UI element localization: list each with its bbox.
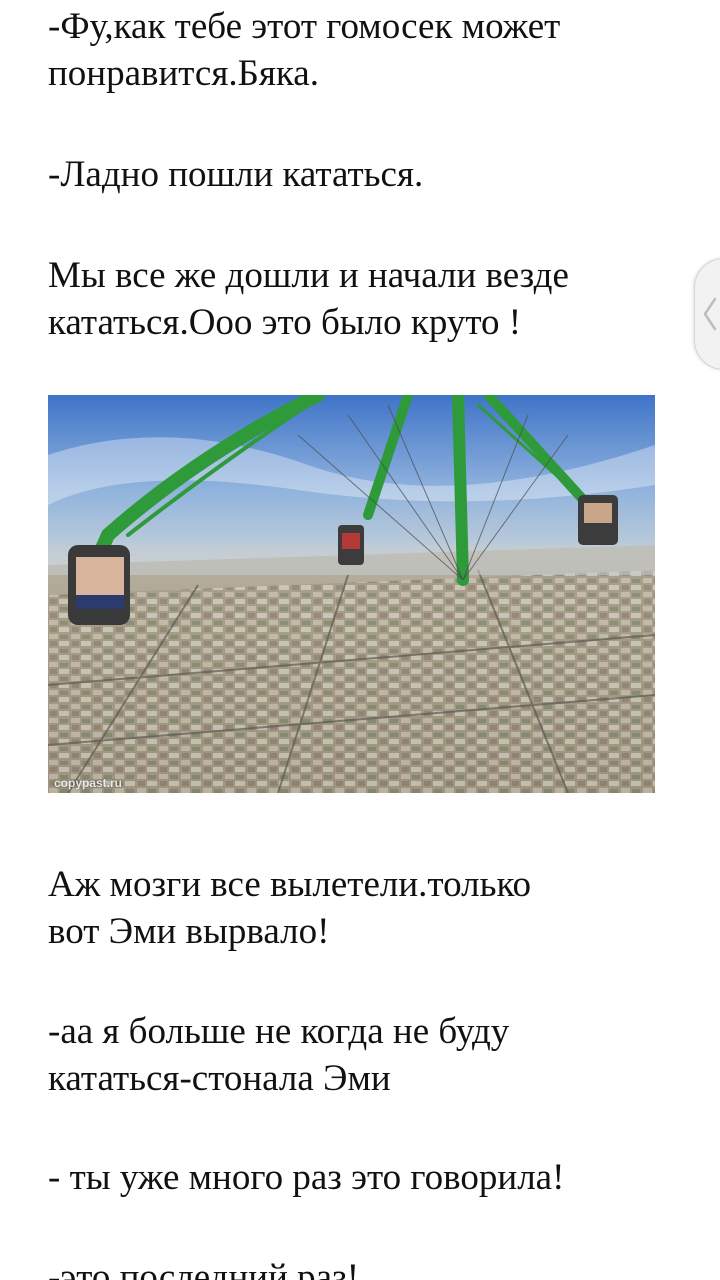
paragraph-6: - ты уже много раз это говорила! bbox=[48, 1154, 668, 1201]
reader-page: -Фу,как тебе этот гомосек может понравит… bbox=[0, 0, 720, 1280]
paragraph-5-line-2: кататься-стонала Эми bbox=[48, 1058, 391, 1099]
paragraph-2-line-1: -Ладно пошли кататься. bbox=[48, 154, 424, 195]
paragraph-6-line-1: - ты уже много раз это говорила! bbox=[48, 1157, 565, 1198]
chevron-left-icon bbox=[703, 297, 717, 331]
paragraph-1-line-1: -Фу,как тебе этот гомосек может bbox=[48, 6, 561, 47]
paragraph-4-line-2: вот Эми вырвало! bbox=[48, 911, 330, 952]
story-photo[interactable]: copypast.ru bbox=[48, 395, 655, 793]
paragraph-2: -Ладно пошли кататься. bbox=[48, 151, 668, 198]
paragraph-5-line-1: -аа я больше не когда не буду bbox=[48, 1011, 510, 1052]
paragraph-3-line-1: Мы все же дошли и начали везде bbox=[48, 255, 569, 296]
paragraph-1: -Фу,как тебе этот гомосек может понравит… bbox=[48, 3, 668, 97]
paragraph-4: Аж мозги все вылетели.только вот Эми выр… bbox=[48, 861, 668, 955]
paragraph-1-line-2: понравится.Бяка. bbox=[48, 53, 319, 94]
paragraph-5: -аа я больше не когда не буду кататься-с… bbox=[48, 1008, 668, 1102]
paragraph-7: -это последний раз! bbox=[48, 1254, 668, 1280]
paragraph-3: Мы все же дошли и начали везде кататься.… bbox=[48, 252, 668, 346]
amusement-ride-photo bbox=[48, 395, 655, 793]
photo-watermark: copypast.ru bbox=[54, 776, 123, 790]
paragraph-4-line-1: Аж мозги все вылетели.только bbox=[48, 864, 532, 905]
side-panel-handle[interactable] bbox=[694, 258, 720, 370]
paragraph-7-line-1: -это последний раз! bbox=[48, 1257, 360, 1280]
paragraph-3-line-2: кататься.Ооо это было круто ! bbox=[48, 302, 522, 343]
